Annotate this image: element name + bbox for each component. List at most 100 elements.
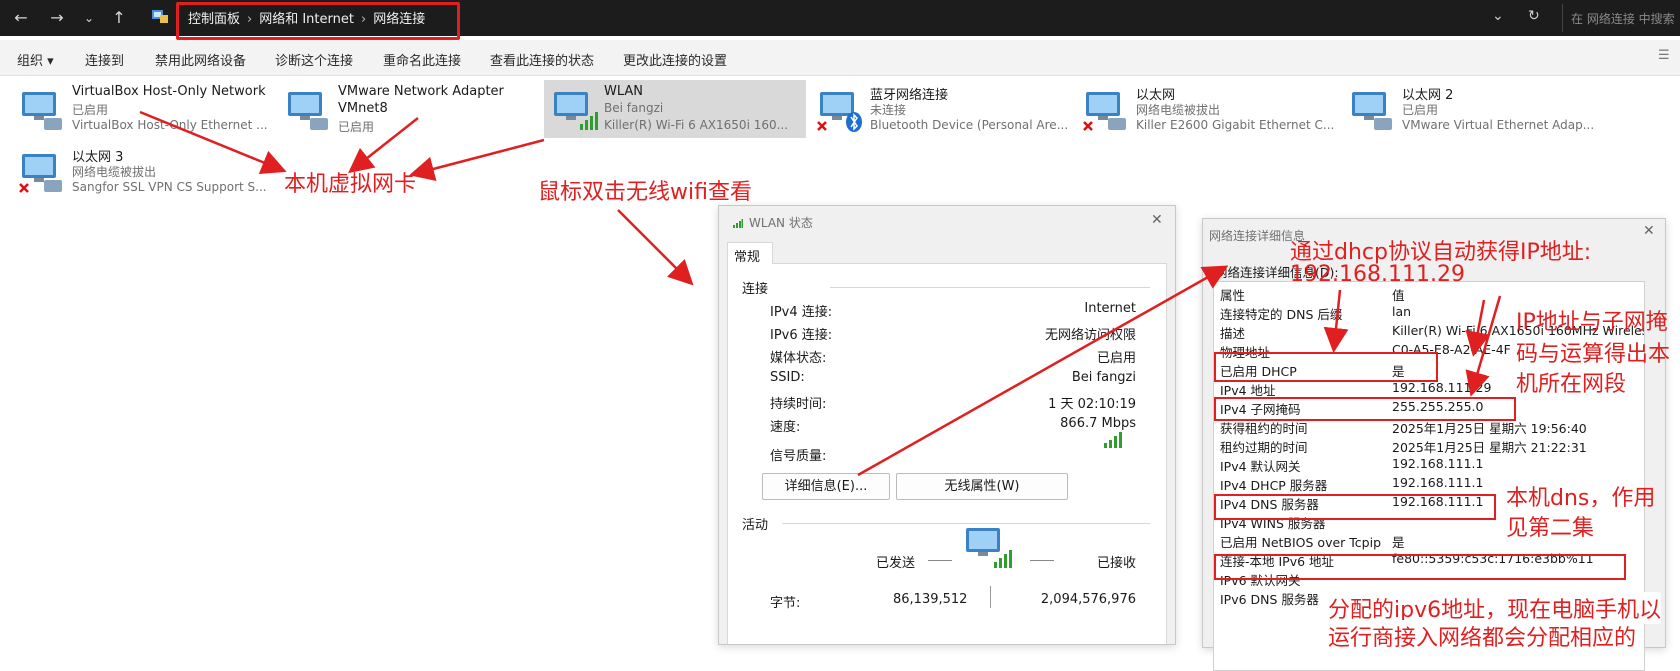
view-options-icon[interactable]: ☰: [1658, 48, 1670, 63]
ethernet-icon: [22, 92, 62, 130]
property-cell: IPv4 默认网关: [1220, 459, 1301, 474]
adapter-status: Bei fangzi: [604, 101, 664, 115]
value-cell: 2025年1月25日 星期六 21:22:31: [1392, 440, 1587, 455]
dhcp-highlight-box: [1214, 352, 1438, 382]
disable-device-button[interactable]: 禁用此网络设备: [155, 50, 246, 69]
duration-label: 持续时间:: [770, 397, 827, 412]
general-panel: 连接 IPv4 连接: Internet IPv6 连接: 无网络访问权限 媒体…: [727, 264, 1167, 644]
dialog-title: WLAN 状态: [749, 216, 813, 230]
divider: [1030, 560, 1054, 561]
received-label: 已接收: [1096, 556, 1136, 571]
adapter-device: Bluetooth Device (Personal Are...: [870, 118, 1069, 132]
divider: [830, 287, 1150, 288]
recent-locations-chevron-icon[interactable]: ⌄: [78, 7, 100, 29]
adapter-name: WLAN: [604, 84, 644, 99]
ipv4-connectivity-value: Internet: [1084, 301, 1136, 316]
value-cell: lan: [1392, 304, 1412, 319]
up-arrow-icon[interactable]: ↑: [108, 7, 130, 29]
property-cell: 租约过期的时间: [1220, 440, 1308, 455]
speed-label: 速度:: [770, 420, 801, 435]
column-header-value[interactable]: 值: [1392, 285, 1405, 304]
table-row[interactable]: IPv4 默认网关 192.168.111.1: [1214, 455, 1644, 474]
ipv6-connectivity-label: IPv6 连接:: [770, 328, 833, 343]
diagnose-button[interactable]: 诊断这个连接: [275, 50, 353, 69]
ethernet-icon: [288, 92, 328, 130]
address-dropdown-icon[interactable]: ⌄: [1492, 8, 1504, 24]
ipv6-highlight-box: [1214, 554, 1626, 580]
adapter-status: 已启用: [1402, 103, 1439, 117]
sent-label: 已发送: [876, 556, 916, 571]
rename-button[interactable]: 重命名此连接: [383, 50, 461, 69]
annotation-ipv6-line2: 运行商接入网络都会分配相应的: [1328, 620, 1637, 652]
details-button[interactable]: 详细信息(E)...: [762, 473, 890, 500]
adapter-virtualbox[interactable]: VirtualBox Host-Only Network 已启用 Virtual…: [12, 80, 272, 138]
adapter-wlan[interactable]: WLAN Bei fangzi Killer(R) Wi-Fi 6 AX1650…: [544, 80, 806, 138]
table-row[interactable]: 租约过期的时间 2025年1月25日 星期六 21:22:31: [1214, 436, 1644, 455]
forward-arrow-icon[interactable]: →: [46, 7, 68, 29]
subnet-mask-highlight-box: [1214, 397, 1516, 421]
tab-general[interactable]: 常规: [727, 242, 774, 265]
adapter-status: VMnet8: [338, 101, 388, 116]
wlan-status-dialog: WLAN 状态 ✕ 常规 连接 IPv4 连接: Internet IPv6 连…: [718, 205, 1176, 645]
ethernet-icon: [1083, 92, 1126, 131]
adapter-status: 未连接: [870, 103, 907, 117]
property-cell: 连接特定的 DNS 后缀: [1220, 307, 1343, 322]
adapter-status: 网络电缆被拔出: [72, 165, 157, 179]
activity-group-label: 活动: [742, 518, 769, 533]
adapter-bluetooth[interactable]: 蓝牙网络连接 未连接 Bluetooth Device (Personal Ar…: [810, 80, 1070, 138]
adapter-name: VirtualBox Host-Only Network: [72, 84, 266, 99]
property-cell: IPv6 DNS 服务器: [1220, 592, 1319, 607]
value-cell: 192.168.111.1: [1392, 475, 1484, 490]
adapter-device: Killer(R) Wi-Fi 6 AX1650i 160...: [604, 118, 789, 132]
duration-value: 1 天 02:10:19: [1048, 397, 1136, 412]
close-icon[interactable]: ✕: [1643, 223, 1655, 239]
annotation-dns-line1: 本机dns，作用: [1506, 486, 1656, 511]
adapter-name: VMware Network Adapter: [338, 84, 504, 99]
adapter-device: Killer E2600 Gigabit Ethernet C...: [1136, 118, 1335, 132]
view-status-button[interactable]: 查看此连接的状态: [490, 50, 594, 69]
speed-value: 866.7 Mbps: [1060, 416, 1136, 431]
dns-highlight-box: [1214, 494, 1496, 520]
bytes-received-value: 2,094,576,976: [1040, 592, 1136, 607]
property-cell: 描述: [1220, 326, 1246, 341]
property-cell: 已启用 NetBIOS over Tcpip: [1220, 535, 1381, 550]
adapter-device: Sangfor SSL VPN CS Support S...: [72, 180, 267, 194]
adapter-status: 网络电缆被拔出: [1136, 103, 1221, 117]
adapter-status: 已启用: [72, 103, 109, 117]
media-state-value: 已启用: [1096, 351, 1136, 366]
adapter-device: 已启用: [338, 120, 375, 134]
ssid-label: SSID:: [770, 370, 805, 385]
signal-bars-icon: [1104, 432, 1122, 448]
divider: [782, 523, 1150, 524]
adapter-ethernet-3[interactable]: 以太网 3 网络电缆被拔出 Sangfor SSL VPN CS Support…: [12, 142, 272, 200]
annotation-virtual-nic: 本机虚拟网卡: [284, 172, 417, 197]
change-settings-button[interactable]: 更改此连接的设置: [623, 50, 727, 69]
value-cell: 192.168.111.1: [1392, 456, 1484, 471]
connection-group-label: 连接: [742, 282, 769, 297]
refresh-icon[interactable]: ↻: [1528, 8, 1540, 24]
bytes-label: 字节:: [770, 596, 801, 611]
tab-strip: 常规: [727, 242, 1167, 265]
ssid-value: Bei fangzi: [1071, 370, 1136, 385]
wifi-icon: [554, 92, 598, 130]
control-panel-icon: [152, 10, 168, 23]
ipv6-connectivity-value: 无网络访问权限: [1044, 328, 1136, 343]
divider: [928, 560, 952, 561]
annotation-mask-line3: 机所在网段: [1516, 372, 1627, 397]
column-header-property[interactable]: 属性: [1220, 285, 1245, 304]
adapter-device: VirtualBox Host-Only Ethernet ...: [72, 118, 268, 132]
back-arrow-icon[interactable]: ←: [10, 7, 32, 29]
adapter-ethernet-2[interactable]: 以太网 2 已启用 VMware Virtual Ethernet Adap..…: [1342, 80, 1602, 138]
organize-menu[interactable]: 组织 ▾: [17, 50, 54, 69]
value-cell: 是: [1392, 535, 1405, 550]
ethernet-icon: [19, 154, 62, 193]
wireless-properties-button[interactable]: 无线属性(W): [896, 473, 1068, 500]
arrow-to-virtual-nic: [409, 138, 545, 182]
connect-to-button[interactable]: 连接到: [85, 50, 124, 69]
divider: [990, 586, 991, 608]
adapter-vmware-vmnet8[interactable]: VMware Network Adapter VMnet8 已启用: [278, 80, 538, 138]
adapter-ethernet[interactable]: 以太网 网络电缆被拔出 Killer E2600 Gigabit Etherne…: [1076, 80, 1336, 138]
search-input[interactable]: 在 网络连接 中搜索: [1562, 4, 1680, 32]
close-icon[interactable]: ✕: [1151, 212, 1163, 228]
bluetooth-icon: [817, 92, 862, 132]
